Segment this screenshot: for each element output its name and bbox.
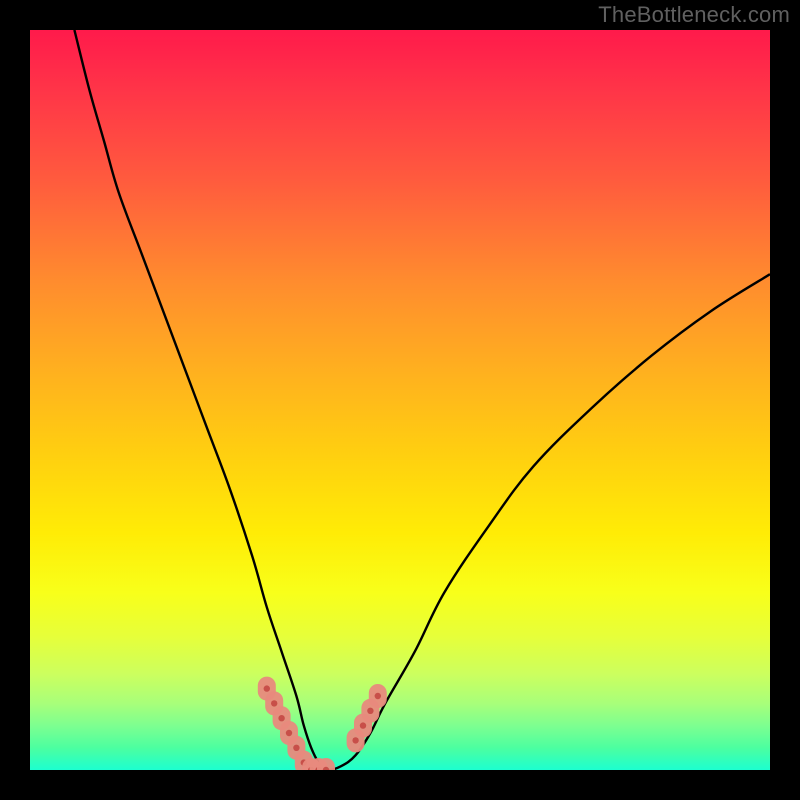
chart-frame: TheBottleneck.com	[0, 0, 800, 800]
chart-svg	[30, 30, 770, 770]
marker-layer	[258, 677, 387, 770]
watermark-text: TheBottleneck.com	[598, 2, 790, 28]
plot-area	[30, 30, 770, 770]
curve-marker	[369, 684, 387, 708]
bottleneck-curve	[74, 30, 770, 770]
curve-layer	[74, 30, 770, 770]
